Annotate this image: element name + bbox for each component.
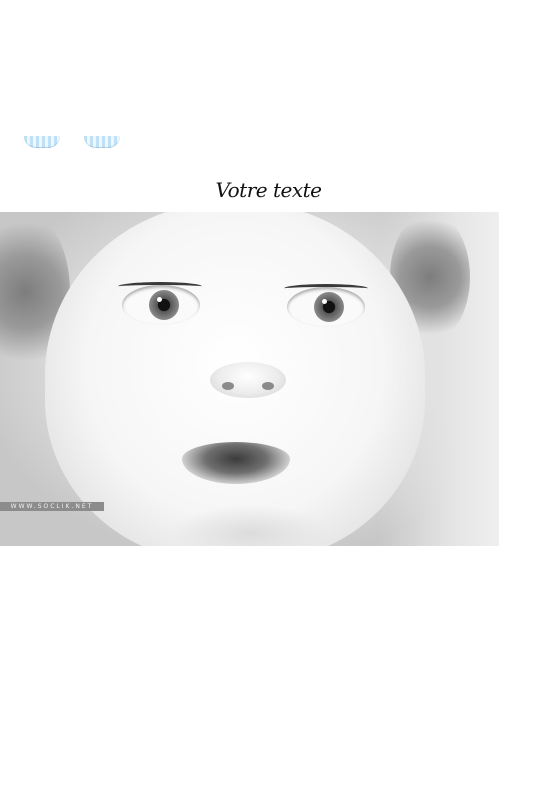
iris-left	[149, 290, 179, 320]
headline-text[interactable]: Votre texte	[0, 178, 537, 202]
eye-left	[122, 285, 200, 325]
nose	[210, 362, 286, 398]
eye-right	[287, 287, 365, 327]
iris-right	[314, 292, 344, 322]
nostril-right	[262, 382, 274, 390]
striped-ornament-right	[84, 136, 120, 148]
baby-photo[interactable]: WWW.SOCLIK.NET	[0, 212, 499, 546]
photo-watermark: WWW.SOCLIK.NET	[0, 502, 104, 511]
nostril-left	[222, 382, 234, 390]
page-canvas: Votre texte WWW.SOCLIK.NET	[0, 0, 537, 810]
striped-ornament-left	[24, 136, 60, 148]
